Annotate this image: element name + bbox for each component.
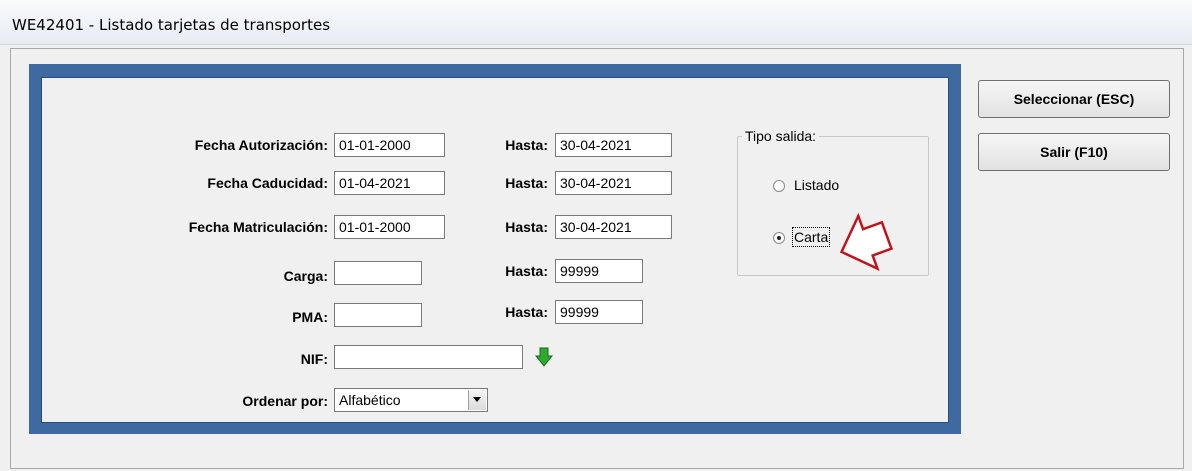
carga-hasta-label: Hasta: (505, 263, 548, 279)
carga-desde-input[interactable] (334, 261, 422, 285)
annotation-arrow-icon (838, 207, 896, 272)
form-panel: Fecha Autorización: 01-01-2000 Hasta: 30… (41, 77, 949, 423)
ordenar-por-label: Ordenar por: (242, 393, 328, 409)
window-title: WE42401 - Listado tarjetas de transporte… (12, 16, 331, 34)
nif-input[interactable] (334, 345, 523, 369)
carga-label: Carga: (283, 268, 328, 284)
radio-carta-label[interactable]: Carta (791, 227, 831, 247)
form-frame: Fecha Autorización: 01-01-2000 Hasta: 30… (29, 64, 961, 434)
tipo-salida-group: Tipo salida: Listado Carta (737, 128, 929, 276)
radio-carta[interactable] (773, 232, 785, 244)
title-bar: WE42401 - Listado tarjetas de transporte… (0, 0, 1192, 45)
chevron-down-icon (473, 397, 481, 402)
ordenar-por-value: Alfabético (339, 392, 401, 408)
fecha-autorizacion-label: Fecha Autorización: (194, 137, 328, 153)
fecha-caducidad-hasta-input[interactable]: 30-04-2021 (555, 171, 672, 195)
radio-listado[interactable] (773, 180, 785, 192)
salir-button[interactable]: Salir (F10) (978, 133, 1170, 171)
radio-listado-label[interactable]: Listado (794, 177, 839, 193)
pma-hasta-label: Hasta: (505, 304, 548, 320)
fecha-autorizacion-hasta-label: Hasta: (505, 137, 548, 153)
carga-hasta-input[interactable]: 99999 (555, 259, 643, 283)
tipo-salida-legend: Tipo salida: (742, 128, 820, 144)
fecha-matriculacion-hasta-input[interactable]: 30-04-2021 (555, 215, 672, 239)
fecha-caducidad-desde-input[interactable]: 01-04-2021 (334, 171, 445, 195)
seleccionar-button[interactable]: Seleccionar (ESC) (978, 80, 1170, 118)
dropdown-button[interactable] (468, 390, 486, 410)
fecha-autorizacion-desde-input[interactable]: 01-01-2000 (334, 133, 445, 157)
pma-desde-input[interactable] (334, 303, 422, 327)
dialog-body: Fecha Autorización: 01-01-2000 Hasta: 30… (10, 48, 1184, 469)
fecha-caducidad-label: Fecha Caducidad: (207, 175, 328, 191)
fecha-matriculacion-label: Fecha Matriculación: (188, 219, 328, 235)
fecha-autorizacion-hasta-input[interactable]: 30-04-2021 (555, 133, 672, 157)
green-down-arrow-icon[interactable] (534, 347, 554, 367)
pma-label: PMA: (292, 309, 328, 325)
ordenar-por-select[interactable]: Alfabético (334, 388, 488, 412)
fecha-matriculacion-hasta-label: Hasta: (505, 219, 548, 235)
fecha-matriculacion-desde-input[interactable]: 01-01-2000 (334, 215, 445, 239)
nif-label: NIF: (300, 351, 328, 367)
pma-hasta-input[interactable]: 99999 (555, 300, 643, 324)
fecha-caducidad-hasta-label: Hasta: (505, 175, 548, 191)
